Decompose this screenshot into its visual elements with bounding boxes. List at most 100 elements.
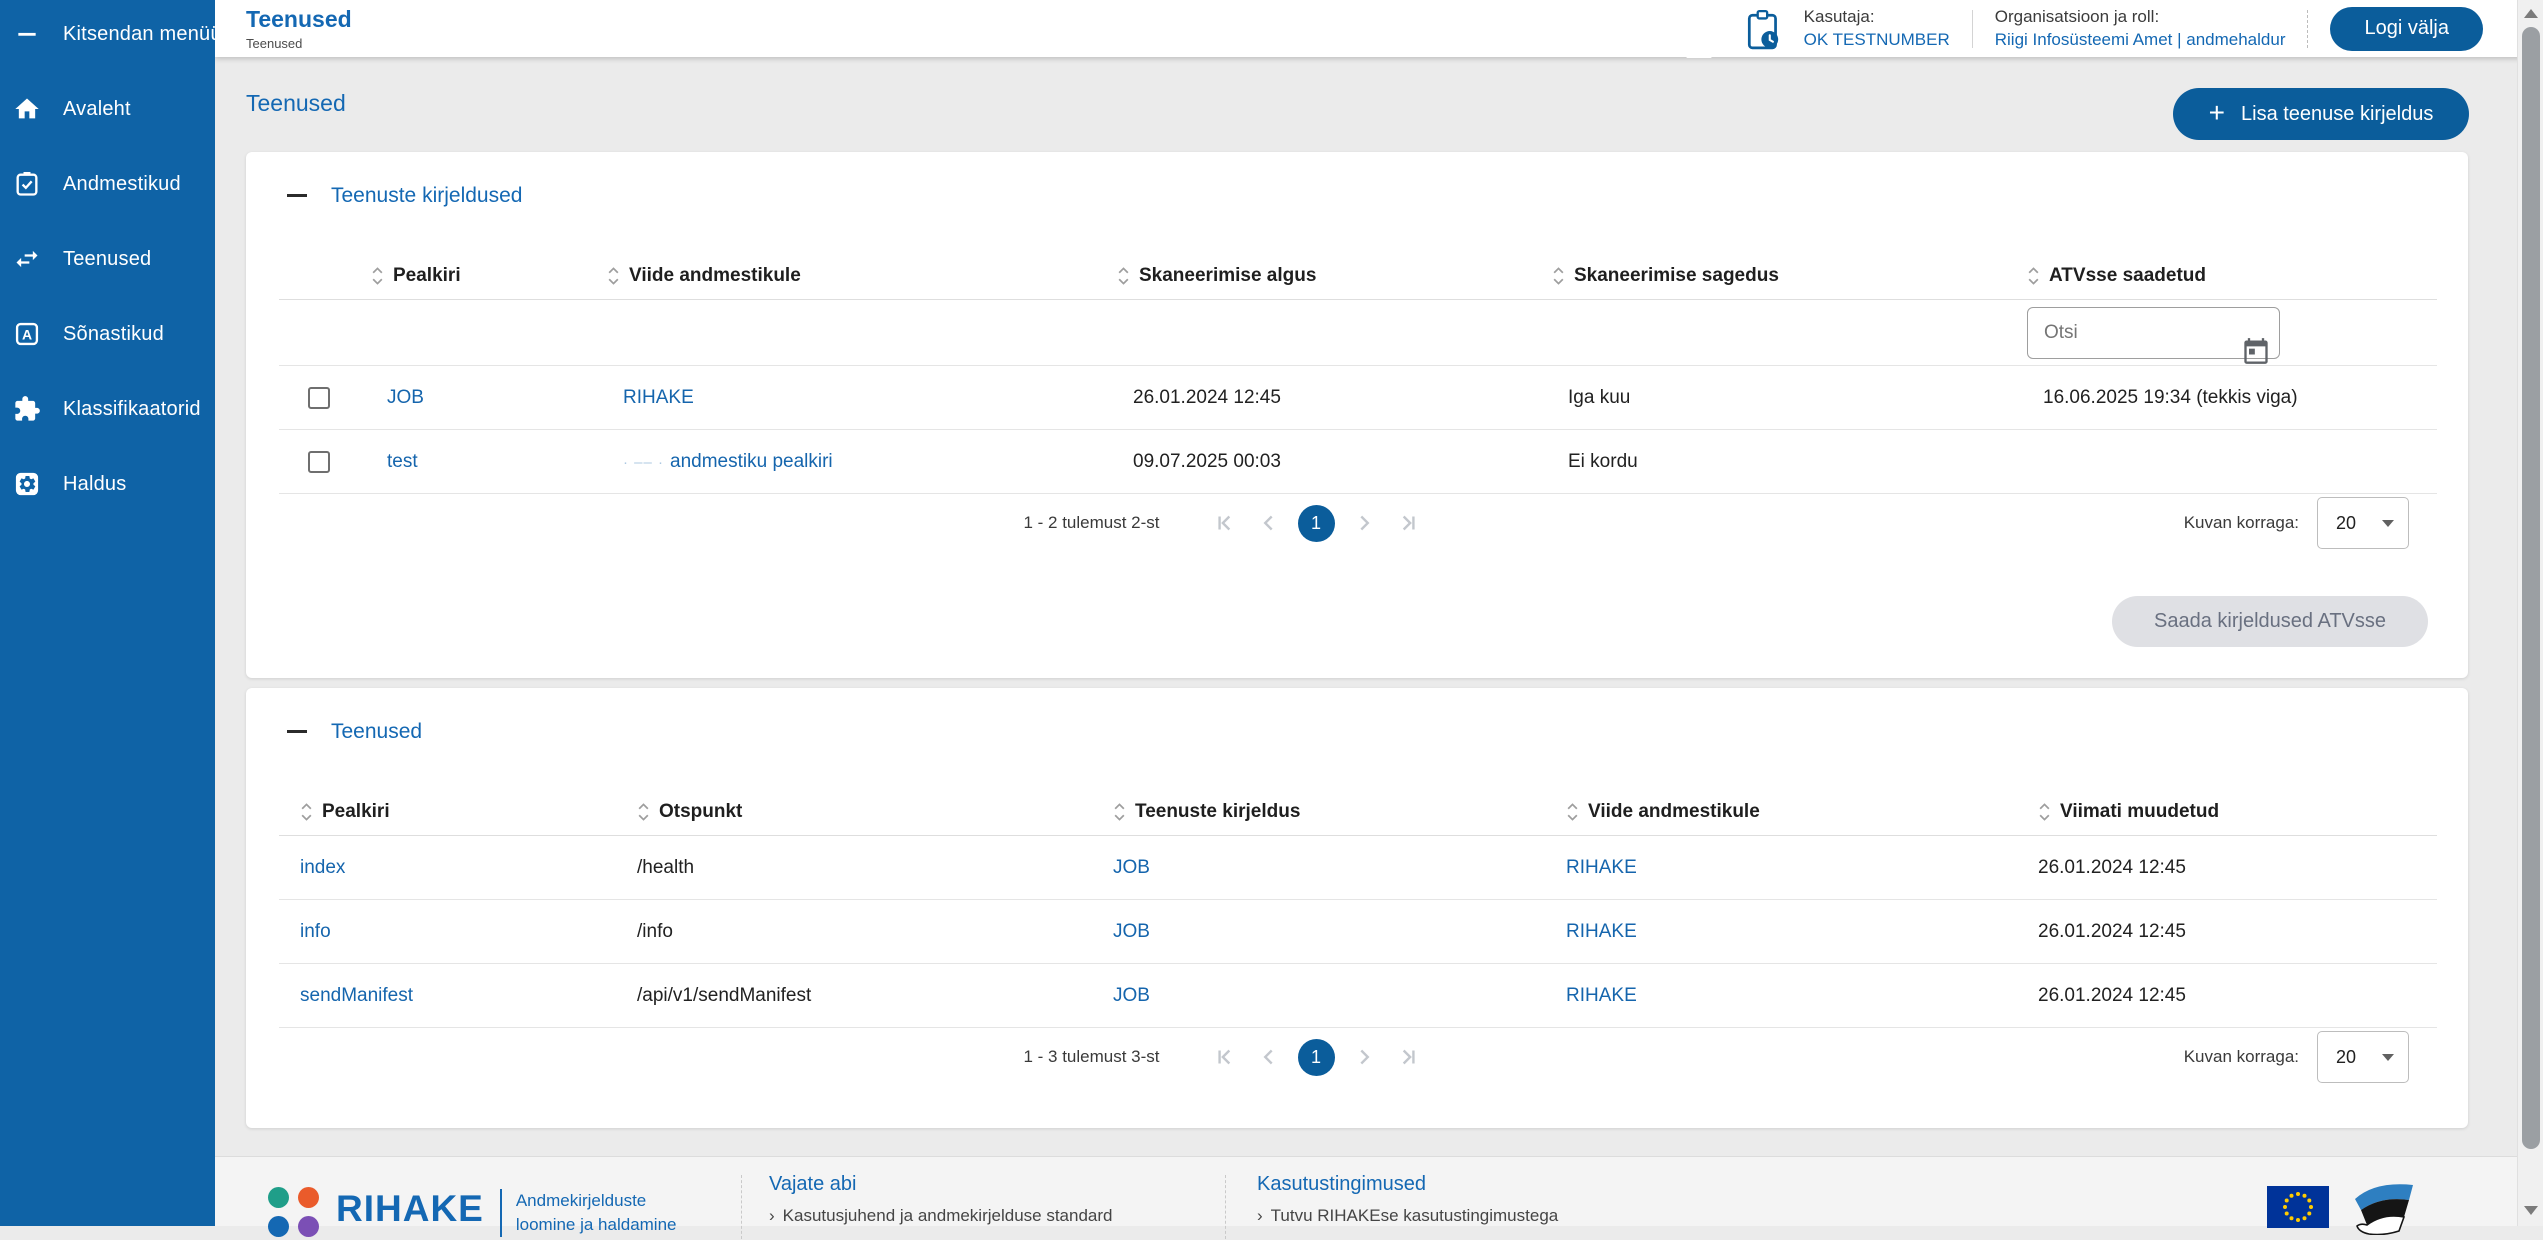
sort-icon bbox=[1117, 265, 1130, 287]
scrollbar-thumb[interactable] bbox=[2522, 27, 2540, 1149]
row-checkbox[interactable] bbox=[308, 451, 330, 473]
next-page-icon[interactable] bbox=[1349, 508, 1379, 538]
previous-page-icon[interactable] bbox=[1254, 1042, 1284, 1072]
page-number-button[interactable]: 1 bbox=[1298, 1039, 1335, 1076]
terms-link[interactable]: ›Tutvu RIHAKEse kasutustingimustega bbox=[1257, 1206, 1558, 1226]
per-page-select[interactable]: 20 bbox=[2317, 497, 2409, 549]
collapse-menu-icon bbox=[12, 19, 42, 49]
footer-divider bbox=[741, 1175, 742, 1239]
logout-button[interactable]: Logi välja bbox=[2330, 7, 2483, 51]
clipboard-clock-icon[interactable] bbox=[1746, 9, 1782, 51]
puzzle-icon bbox=[12, 394, 42, 424]
sidebar-item-label: Kitsendan menüü bbox=[63, 23, 222, 46]
org-label: Organisatsioon ja roll: bbox=[1995, 7, 2286, 27]
sidebar: Kitsendan menüü Avaleht Andmestikud Teen… bbox=[0, 0, 215, 1226]
dataset-link[interactable]: RIHAKE bbox=[623, 387, 694, 408]
user-name-link[interactable]: OK TESTNUMBER bbox=[1804, 30, 1950, 50]
scan-frequency-cell: Ei kordu bbox=[1540, 451, 2015, 473]
first-page-icon[interactable] bbox=[1210, 1042, 1240, 1072]
atv-sent-cell: 16.06.2025 19:34 (tekkis viga) bbox=[2015, 387, 2437, 409]
sidebar-item-label: Avaleht bbox=[63, 98, 131, 121]
last-modified-cell: 26.01.2024 12:45 bbox=[2017, 857, 2437, 879]
sort-icon bbox=[2027, 265, 2040, 287]
dataset-link[interactable]: RIHAKE bbox=[1566, 921, 1637, 942]
header-title: Teenused bbox=[246, 6, 352, 33]
page-number-button[interactable]: 1 bbox=[1298, 505, 1335, 542]
sidebar-item-klassifikaatorid[interactable]: Klassifikaatorid bbox=[0, 377, 215, 441]
column-header-teenuste-kirjeldus[interactable]: Teenuste kirjeldus bbox=[1092, 801, 1545, 823]
column-header-pealkiri[interactable]: Pealkiri bbox=[359, 265, 595, 287]
sidebar-item-label: Haldus bbox=[63, 473, 126, 496]
sort-icon bbox=[1113, 801, 1126, 823]
first-page-icon[interactable] bbox=[1210, 508, 1240, 538]
column-header-atvsse-saadetud[interactable]: ATVsse saadetud bbox=[2015, 265, 2437, 287]
chevron-right-icon: › bbox=[769, 1206, 775, 1225]
table-row: test · –– ·andmestiku pealkiri 09.07.202… bbox=[279, 430, 2437, 494]
collapse-toggle-icon[interactable] bbox=[285, 184, 309, 208]
column-header-viimati-muudetud[interactable]: Viimati muudetud bbox=[2017, 801, 2437, 823]
sort-icon bbox=[300, 801, 313, 823]
service-link[interactable]: index bbox=[300, 857, 345, 878]
sidebar-item-sonastikud[interactable]: A Sõnastikud bbox=[0, 302, 215, 366]
org-block: Organisatsioon ja roll: Riigi Infosüstee… bbox=[1995, 7, 2286, 50]
last-page-icon[interactable] bbox=[1393, 508, 1423, 538]
sort-icon bbox=[2038, 801, 2051, 823]
column-header-viide-andmestikule[interactable]: Viide andmestikule bbox=[1545, 801, 2017, 823]
services-card: Teenused Pealkiri Otspunkt Teenuste kirj… bbox=[246, 688, 2468, 1128]
collapse-toggle-icon[interactable] bbox=[285, 720, 309, 744]
last-modified-cell: 26.01.2024 12:45 bbox=[2017, 985, 2437, 1007]
card-title: Teenused bbox=[331, 720, 422, 744]
breadcrumb: Teenused bbox=[246, 36, 302, 51]
column-header-skaneerimise-sagedus[interactable]: Skaneerimise sagedus bbox=[1540, 265, 2015, 287]
last-page-icon[interactable] bbox=[1393, 1042, 1423, 1072]
logo-dots-icon bbox=[268, 1187, 320, 1237]
service-description-link[interactable]: test bbox=[387, 451, 418, 472]
next-page-icon[interactable] bbox=[1349, 1042, 1379, 1072]
header-pointer-arrow bbox=[1686, 47, 1712, 58]
sort-icon bbox=[607, 265, 620, 287]
rihake-logo: RIHAKE Andmekirjelduste loomine ja halda… bbox=[268, 1179, 677, 1239]
service-link[interactable]: info bbox=[300, 921, 331, 942]
pagination: 1 - 2 tulemust 2-st 1 Kuvan korraga: 20 bbox=[279, 494, 2437, 552]
row-checkbox[interactable] bbox=[308, 387, 330, 409]
sidebar-item-collapse-menu[interactable]: Kitsendan menüü bbox=[0, 2, 215, 66]
scrollbar bbox=[2517, 0, 2543, 1226]
dataset-link[interactable]: · –– ·andmestiku pealkiri bbox=[623, 451, 833, 472]
column-header-otspunkt[interactable]: Otspunkt bbox=[616, 801, 1092, 823]
sidebar-item-andmestikud[interactable]: Andmestikud bbox=[0, 152, 215, 216]
scroll-down-arrow[interactable] bbox=[2524, 1206, 2538, 1215]
send-descriptions-atv-button[interactable]: Saada kirjeldused ATVsse bbox=[2112, 596, 2428, 647]
top-header: Teenused Teenused Kasutaja: OK TESTNUMBE… bbox=[215, 0, 2543, 57]
help-link[interactable]: ›Kasutusjuhend ja andmekirjelduse standa… bbox=[769, 1206, 1113, 1226]
dataset-link[interactable]: RIHAKE bbox=[1566, 985, 1637, 1006]
dataset-link[interactable]: RIHAKE bbox=[1566, 857, 1637, 878]
sidebar-item-label: Sõnastikud bbox=[63, 323, 164, 346]
footer-help-column: Vajate abi ›Kasutusjuhend ja andmekirjel… bbox=[769, 1173, 1113, 1226]
calendar-icon[interactable] bbox=[2242, 337, 2270, 365]
service-description-link[interactable]: JOB bbox=[1113, 985, 1150, 1006]
column-header-skaneerimise-algus[interactable]: Skaneerimise algus bbox=[1105, 265, 1540, 287]
divider bbox=[1972, 10, 1973, 48]
brand-name: RIHAKE bbox=[336, 1179, 484, 1239]
footer: RIHAKE Andmekirjelduste loomine ja halda… bbox=[215, 1156, 2543, 1226]
service-link[interactable]: sendManifest bbox=[300, 985, 413, 1006]
per-page-label: Kuvan korraga: bbox=[2184, 1047, 2299, 1067]
scroll-up-arrow[interactable] bbox=[2524, 9, 2538, 18]
per-page-label: Kuvan korraga: bbox=[2184, 513, 2299, 533]
previous-page-icon[interactable] bbox=[1254, 508, 1284, 538]
sidebar-item-teenused[interactable]: Teenused bbox=[0, 227, 215, 291]
column-header-pealkiri[interactable]: Pealkiri bbox=[279, 801, 616, 823]
sidebar-item-label: Klassifikaatorid bbox=[63, 398, 201, 421]
column-header-viide-andmestikule[interactable]: Viide andmestikule bbox=[595, 265, 1105, 287]
sidebar-item-avaleht[interactable]: Avaleht bbox=[0, 77, 215, 141]
service-description-link[interactable]: JOB bbox=[1113, 857, 1150, 878]
per-page-select[interactable]: 20 bbox=[2317, 1031, 2409, 1083]
service-description-link[interactable]: JOB bbox=[387, 387, 424, 408]
chevron-right-icon: › bbox=[1257, 1206, 1263, 1225]
org-role-link[interactable]: Riigi Infosüsteemi Amet | andmehaldur bbox=[1995, 30, 2286, 50]
table-row: index /health JOB RIHAKE 26.01.2024 12:4… bbox=[279, 836, 2437, 900]
service-description-link[interactable]: JOB bbox=[1113, 921, 1150, 942]
endpoint-cell: /info bbox=[616, 921, 1092, 943]
sidebar-item-haldus[interactable]: Haldus bbox=[0, 452, 215, 516]
add-service-description-button[interactable]: + Lisa teenuse kirjeldus bbox=[2173, 88, 2469, 140]
